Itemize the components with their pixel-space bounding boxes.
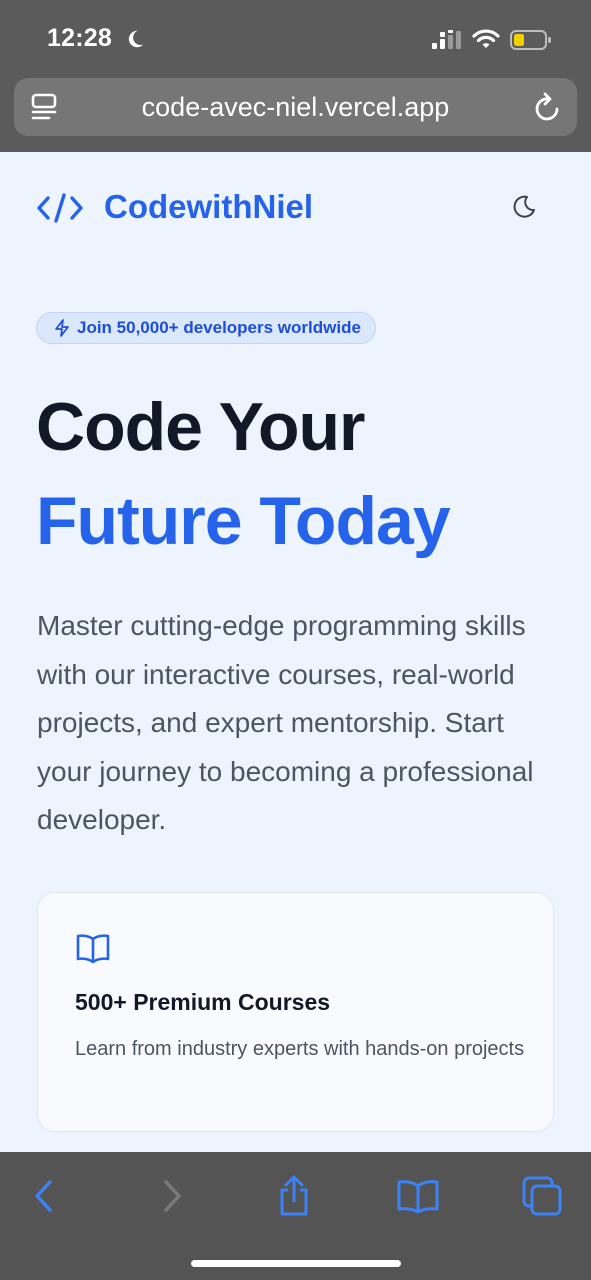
home-indicator[interactable] [191, 1260, 401, 1267]
tabs-icon [522, 1176, 562, 1216]
browser-top-chrome: 12:28 code-avec-niel.vercel.app [0, 0, 591, 152]
forward-button[interactable] [150, 1174, 194, 1218]
browser-bottom-toolbar [0, 1152, 591, 1280]
bookmarks-button[interactable] [396, 1174, 440, 1218]
code-brackets-icon[interactable] [36, 192, 84, 224]
lightning-icon [55, 319, 69, 337]
address-bar[interactable]: code-avec-niel.vercel.app [14, 78, 577, 136]
signal-icon [432, 30, 461, 49]
share-icon [280, 1175, 308, 1216]
battery-icon [510, 30, 551, 50]
reload-icon[interactable] [533, 91, 563, 123]
back-button[interactable] [22, 1174, 66, 1218]
site-header: CodewithNiel [36, 186, 556, 230]
bookmarks-icon [397, 1180, 439, 1214]
feature-card: 500+ Premium Courses Learn from industry… [37, 892, 554, 1132]
hero-description: Master cutting-edge programming skills w… [37, 610, 534, 835]
moon-icon [128, 30, 144, 48]
tabs-button[interactable] [520, 1174, 564, 1218]
forward-icon [164, 1180, 181, 1212]
wifi-icon [472, 29, 500, 48]
brand-name[interactable]: CodewithNiel [104, 188, 313, 226]
share-button[interactable] [272, 1174, 316, 1218]
feature-description: Learn from industry experts with hands-o… [75, 1038, 525, 1060]
hero-title-line1: Code Your [36, 389, 366, 465]
badge-text: Join 50,000+ developers worldwide [77, 318, 361, 337]
status-time: 12:28 [47, 24, 112, 52]
hero-badge: Join 50,000+ developers worldwide [36, 312, 376, 344]
book-icon [76, 934, 110, 964]
theme-toggle-moon-icon[interactable] [511, 194, 537, 220]
url-text[interactable]: code-avec-niel.vercel.app [14, 92, 577, 123]
hero-title-line2: Future Today [36, 483, 451, 559]
back-icon [35, 1180, 52, 1212]
feature-title: 500+ Premium Courses [75, 989, 331, 1015]
